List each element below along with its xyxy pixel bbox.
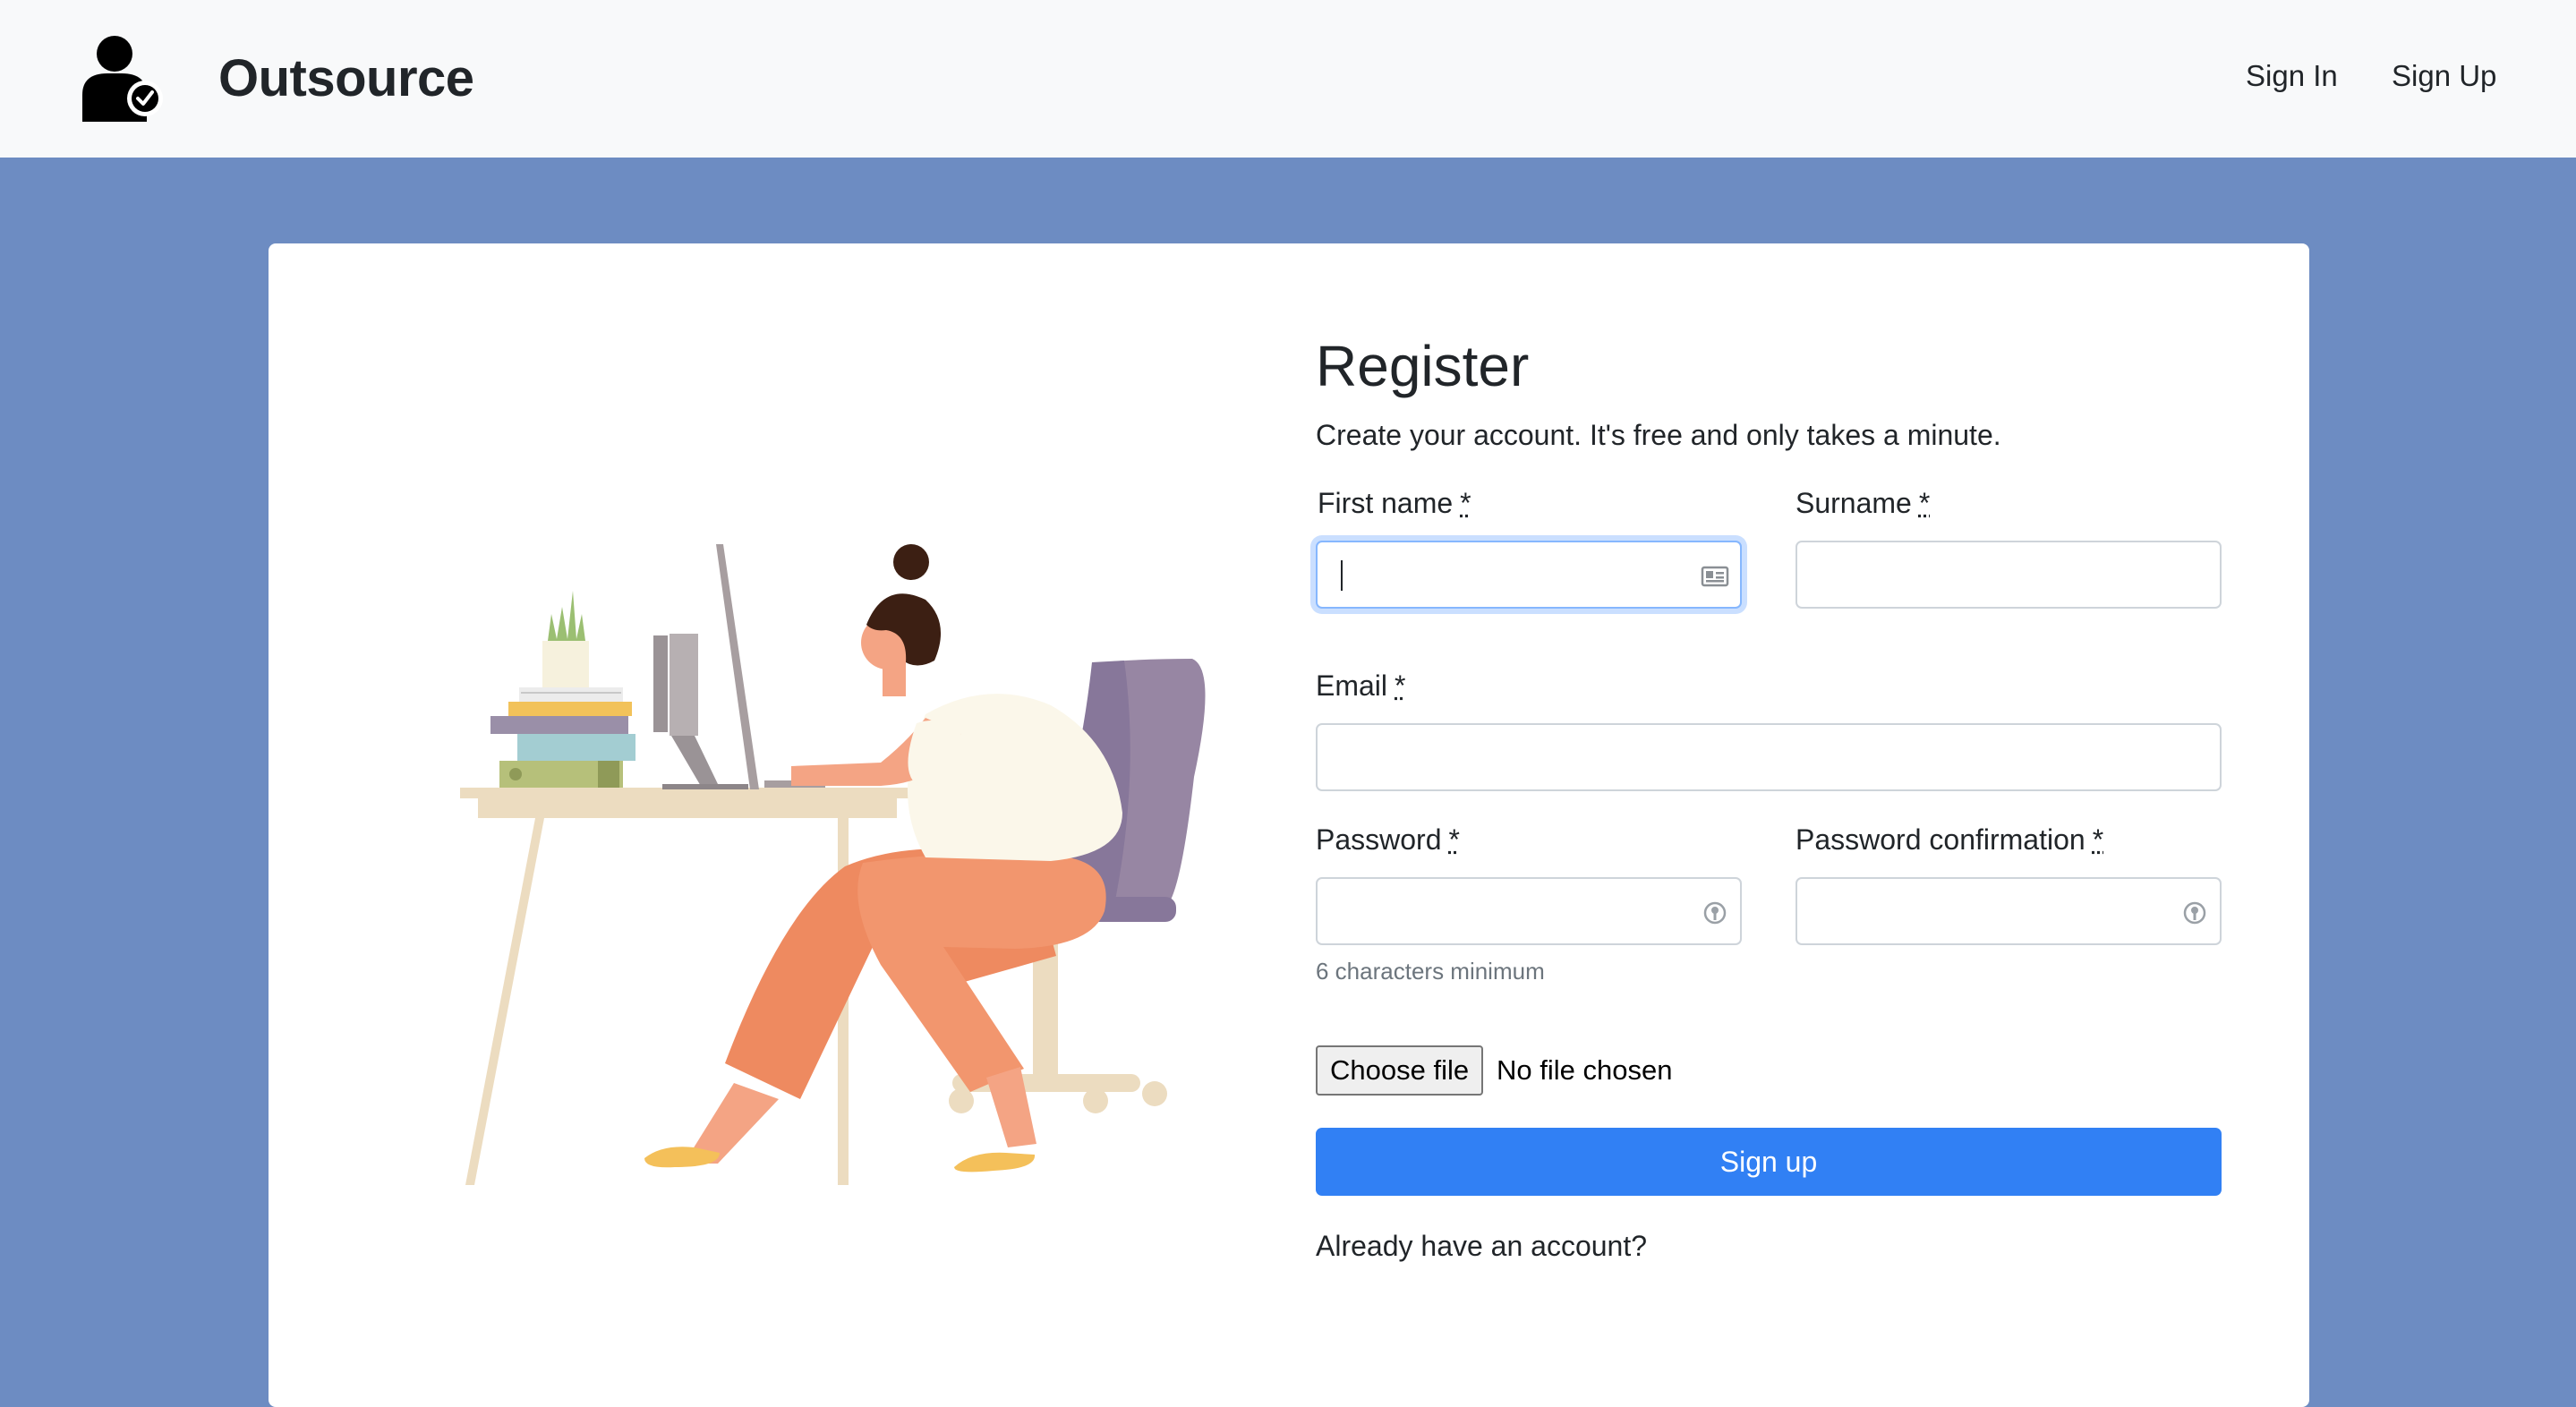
password-confirmation-label: Password confirmation * — [1796, 823, 2104, 856]
user-check-icon[interactable] — [82, 34, 165, 122]
password-confirmation-input[interactable] — [1796, 877, 2222, 945]
contact-card-icon[interactable] — [1701, 562, 1729, 591]
nav-sign-in-link[interactable]: Sign In — [2246, 59, 2338, 93]
key-icon[interactable] — [2180, 899, 2209, 927]
surname-input[interactable] — [1796, 541, 2222, 609]
nav-sign-up-link[interactable]: Sign Up — [2392, 59, 2496, 93]
first-name-input[interactable] — [1316, 541, 1742, 609]
file-status-text: No file chosen — [1497, 1054, 1673, 1086]
required-marker: * — [1460, 487, 1471, 519]
person-at-computer-illustration — [460, 544, 1206, 1185]
page-subtitle: Create your account. It's free and only … — [1316, 419, 2001, 451]
choose-file-button[interactable]: Choose file — [1316, 1045, 1484, 1096]
required-marker: * — [1918, 487, 1931, 519]
email-input[interactable] — [1316, 723, 2222, 791]
brand-name[interactable]: Outsource — [218, 48, 474, 108]
sign-up-button[interactable]: Sign up — [1316, 1128, 2222, 1196]
page-title: Register — [1316, 334, 1530, 398]
text-caret — [1341, 560, 1343, 591]
required-marker: * — [2092, 823, 2104, 856]
first-name-label: First name * — [1318, 487, 1471, 519]
password-help-text: 6 characters minimum — [1316, 958, 1545, 985]
register-card: Register Create your account. It's free … — [269, 243, 2309, 1407]
required-marker: * — [1395, 669, 1406, 702]
surname-label: Surname * — [1796, 487, 1931, 519]
password-label: Password * — [1316, 823, 1460, 856]
email-label: Email * — [1316, 669, 1406, 702]
already-have-account-link[interactable]: Already have an account? — [1316, 1230, 1647, 1263]
password-input[interactable] — [1316, 877, 1742, 945]
required-marker: * — [1448, 823, 1460, 856]
navbar: Outsource Sign In Sign Up — [0, 0, 2576, 158]
key-icon[interactable] — [1701, 899, 1729, 927]
